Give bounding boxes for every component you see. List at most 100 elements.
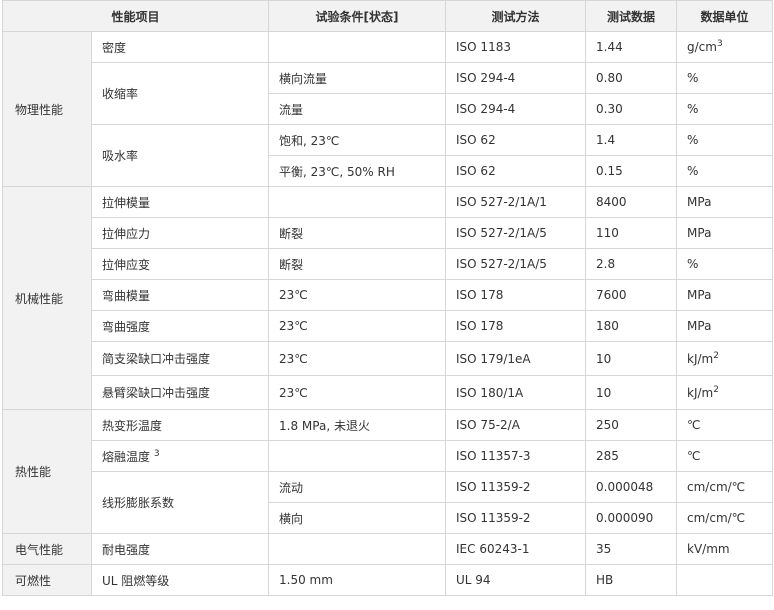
unit-cell: % [676, 93, 774, 125]
table-row: 熔融温度 3 ISO 11357-3 285 ℃ [3, 440, 774, 472]
value-cell: 0.30 [585, 93, 678, 125]
property-text: 熔融温度 [102, 449, 151, 464]
property-cell: 线形膨胀系数 [90, 471, 270, 534]
method-cell: ISO 1183 [445, 31, 587, 63]
category-flammability: 可燃性 [2, 564, 92, 596]
value-cell: HB [585, 564, 678, 596]
table-header-row: 性能项目 试验条件[状态] 测试方法 测试数据 数据单位 [1, 0, 774, 32]
condition-cell: 23℃ [268, 310, 447, 342]
unit-superscript: 3 [716, 39, 723, 49]
category-physical: 物理性能 [2, 31, 92, 187]
property-cell: 简支梁缺口冲击强度 [90, 341, 270, 376]
method-cell: ISO 178 [445, 279, 587, 311]
value-cell: 0.000048 [585, 471, 678, 503]
property-cell: 吸水率 [90, 124, 270, 187]
unit-cell: ℃ [676, 409, 774, 441]
category-mechanical: 机械性能 [2, 186, 92, 410]
condition-cell [268, 186, 447, 218]
category-thermal: 热性能 [2, 409, 92, 534]
value-cell: 1.4 [585, 124, 678, 156]
method-cell: ISO 180/1A [445, 375, 587, 410]
property-cell: 密度 [90, 31, 270, 63]
unit-superscript: 2 [713, 384, 719, 395]
condition-cell: 1.8 MPa, 未退火 [268, 409, 447, 441]
method-cell: ISO 62 [445, 124, 587, 156]
table-row: 拉伸应变 断裂 ISO 527-2/1A/5 2.8 % [3, 248, 774, 280]
condition-cell: 断裂 [268, 217, 447, 249]
property-superscript: 3 [153, 448, 160, 459]
condition-cell: 流动 [268, 471, 447, 503]
property-cell: 悬臂梁缺口冲击强度 [90, 375, 270, 410]
table-row: 拉伸应力 断裂 ISO 527-2/1A/5 110 MPa [3, 217, 774, 249]
unit-cell: % [676, 248, 774, 280]
property-cell: 收缩率 [90, 62, 270, 125]
table-row: 机械性能 拉伸模量 ISO 527-2/1A/1 8400 MPa [2, 186, 774, 410]
method-cell: ISO 294-4 [445, 62, 587, 94]
property-cell: 拉伸模量 [90, 186, 270, 218]
method-cell: ISO 11359-2 [445, 471, 587, 503]
method-cell: ISO 62 [445, 155, 587, 187]
unit-cell: MPa [676, 279, 774, 311]
condition-cell: 1.50 mm [268, 564, 447, 596]
table-row: 可燃性 UL 阻燃等级 1.50 mm UL 94 HB [2, 564, 774, 596]
table-row: 物理性能 密度 ISO 1183 1.44 g/cm3 [2, 31, 774, 187]
unit-cell: % [676, 124, 774, 156]
method-cell: ISO 527-2/1A/5 [445, 248, 587, 280]
condition-cell: 23℃ [268, 279, 447, 311]
value-cell: 110 [585, 217, 678, 249]
table-row: 弯曲模量 23℃ ISO 178 7600 MPa [3, 279, 774, 311]
properties-table: 性能项目 试验条件[状态] 测试方法 测试数据 数据单位 物理性能 密度 ISO… [1, 0, 774, 596]
category-electrical: 电气性能 [2, 533, 92, 565]
value-cell: 10 [585, 375, 678, 410]
table-row: 线形膨胀系数 流动 ISO 11359-2 0.000048 cm/cm/℃ [3, 471, 774, 534]
condition-cell: 流量 [268, 93, 447, 125]
property-cell: 弯曲模量 [90, 279, 270, 311]
unit-superscript: 2 [713, 350, 719, 361]
property-cell: 拉伸应变 [90, 248, 270, 280]
unit-cell: MPa [676, 217, 774, 249]
property-cell: 拉伸应力 [90, 217, 270, 249]
condition-cell: 23℃ [268, 375, 447, 410]
method-cell: ISO 75-2/A [445, 409, 587, 441]
unit-cell: MPa [676, 186, 774, 218]
condition-cell: 23℃ [268, 341, 447, 376]
method-cell: ISO 294-4 [445, 93, 587, 125]
unit-cell: ℃ [676, 440, 774, 472]
table-row: 热性能 热变形温度 1.8 MPa, 未退火 ISO 75-2/A 250 ℃ [2, 409, 774, 534]
condition-cell: 横向 [268, 502, 447, 534]
property-cell: 弯曲强度 [90, 310, 270, 342]
value-cell: 10 [585, 341, 678, 376]
unit-cell [676, 564, 774, 596]
value-cell: 0.15 [585, 155, 678, 187]
unit-cell: kJ/m2 [676, 375, 774, 410]
value-cell: 8400 [585, 186, 678, 218]
unit-cell: kJ/m2 [676, 341, 774, 376]
header-unit: 数据单位 [676, 0, 774, 32]
unit-cell: cm/cm/℃ [676, 502, 774, 534]
unit-cell: g/cm3 [676, 31, 774, 63]
unit-cell: % [676, 62, 774, 94]
value-cell: 1.44 [585, 31, 678, 63]
unit-cell: kV/mm [676, 533, 774, 565]
method-cell: ISO 527-2/1A/1 [445, 186, 587, 218]
value-cell: 0.80 [585, 62, 678, 94]
value-cell: 180 [585, 310, 678, 342]
header-condition: 试验条件[状态] [268, 0, 447, 32]
value-cell: 250 [585, 409, 678, 441]
condition-cell: 断裂 [268, 248, 447, 280]
property-cell: UL 阻燃等级 [90, 564, 270, 596]
property-cell: 耐电强度 [90, 533, 270, 565]
unit-cell: MPa [676, 310, 774, 342]
header-value: 测试数据 [585, 0, 678, 32]
value-cell: 285 [585, 440, 678, 472]
unit-text: kJ/m [687, 385, 714, 400]
unit-cell: cm/cm/℃ [676, 471, 774, 503]
method-cell: ISO 11357-3 [445, 440, 587, 472]
condition-cell: 横向流量 [268, 62, 447, 94]
method-cell: ISO 527-2/1A/5 [445, 217, 587, 249]
value-cell: 0.000090 [585, 502, 678, 534]
property-cell: 熔融温度 3 [90, 440, 270, 472]
condition-cell [268, 31, 447, 63]
table-row: 弯曲强度 23℃ ISO 178 180 MPa [3, 310, 774, 342]
table-row: 电气性能 耐电强度 IEC 60243-1 35 kV/mm [2, 533, 774, 565]
